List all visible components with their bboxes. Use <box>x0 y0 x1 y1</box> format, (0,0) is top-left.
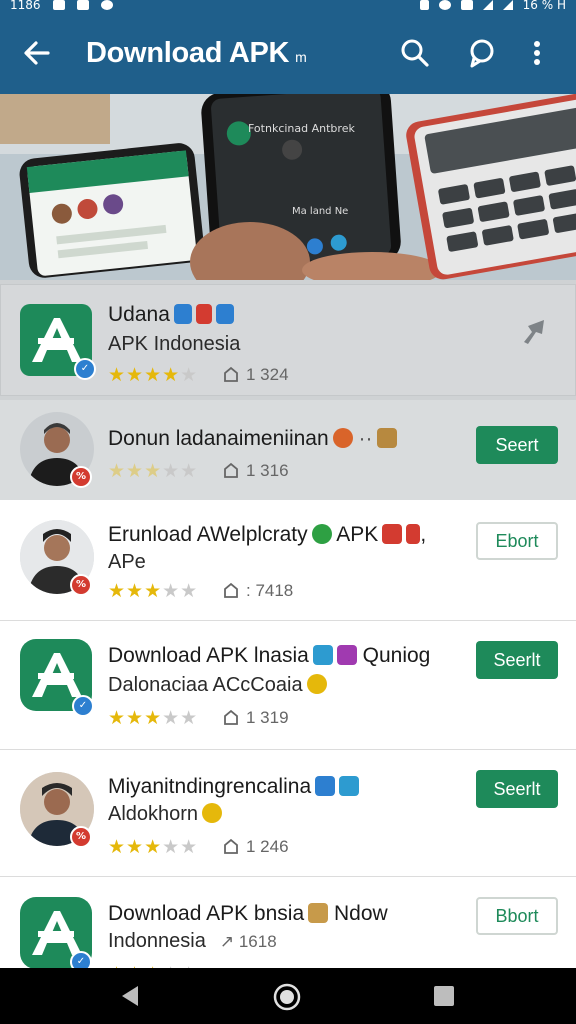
sunglasses-emoji-icon <box>202 803 223 823</box>
hero-phone-text: Ma land Ne <box>292 206 348 217</box>
cube-emoji-icon <box>336 645 357 665</box>
app-list-item[interactable]: ✓ Download APK lnasia Quniog Dalonaciaa … <box>0 621 576 749</box>
status-bar: 1186 16 % H <box>0 0 576 14</box>
app-name: Miyanitndingrencalina <box>108 772 360 801</box>
rating-stars: ★★★★★ <box>108 580 199 602</box>
featured-app-card[interactable]: ✓ Udana APK Indonesia ★★★★★ 1 324 <box>0 280 576 400</box>
hot-badge-icon: % <box>70 466 92 488</box>
app-name: Download APK bnsia Ndow <box>108 902 388 925</box>
hot-badge-icon: % <box>70 574 92 596</box>
flag-emoji-icon <box>195 304 212 324</box>
notification-icon <box>52 0 65 10</box>
hands-emoji-icon <box>308 903 329 923</box>
install-button[interactable]: Bbort <box>476 897 558 935</box>
wifi-signal-icon <box>482 0 493 10</box>
featured-app-name: Udana <box>108 300 234 329</box>
cube-emoji-icon <box>339 776 360 796</box>
app-list-item[interactable]: % Donun ladanaimeniinan ·· ★★★★★ 1 316 S… <box>0 400 576 500</box>
status-time-left: 1186 <box>10 0 41 12</box>
app-subtitle: Dalonaciaa ACcCoaia <box>108 671 327 699</box>
vibrate-icon <box>460 0 473 10</box>
nav-recents-icon[interactable] <box>432 984 456 1008</box>
house-emoji-icon <box>173 304 192 324</box>
app-list-item[interactable]: % Erunload AWelplcraty APK, APe ★★★★★ : … <box>0 500 576 620</box>
face-emoji-icon <box>332 428 353 448</box>
pin-icon[interactable] <box>518 312 554 348</box>
hand-emoji-icon <box>376 428 397 448</box>
search-icon[interactable] <box>398 36 432 70</box>
install-button[interactable]: Seerlt <box>476 770 558 808</box>
hero-phone-title: Fotnkcinad Antbrek <box>248 122 355 135</box>
back-arrow-icon[interactable] <box>20 36 54 70</box>
system-navigation-bar <box>0 968 576 1024</box>
status-time-right: 16 % H <box>522 0 566 12</box>
hero-banner-image: Fotnkcinad Antbrek Ma land Ne <box>0 94 576 280</box>
app-bar: Download APK m <box>0 14 576 94</box>
verified-badge-icon: ✓ <box>70 951 92 968</box>
app-subtitle: APe <box>108 551 146 573</box>
alarm-icon <box>438 0 451 10</box>
nav-home-icon[interactable] <box>272 982 302 1012</box>
sync-icon <box>100 0 113 10</box>
rating-stars: ★★★★★ <box>108 460 199 482</box>
shop-emoji-icon <box>382 524 403 544</box>
smile-emoji-icon <box>306 674 327 694</box>
page-title-suffix: m <box>295 49 307 65</box>
install-button[interactable]: Ebort <box>476 522 558 560</box>
download-count: 1 246 <box>222 836 289 858</box>
install-button[interactable]: Seerlt <box>476 641 558 679</box>
chat-icon[interactable] <box>465 36 499 70</box>
app-name: Erunload AWelplcraty APK, <box>108 523 427 546</box>
install-button[interactable]: Seert <box>476 426 558 464</box>
overflow-menu-icon[interactable] <box>527 36 547 70</box>
house-emoji-icon <box>312 645 333 665</box>
hot-badge-icon: % <box>70 826 92 848</box>
app-list-item[interactable]: ✓ Download APK bnsia Ndow Indonnesia ↗ 16… <box>0 877 576 968</box>
download-count: 1 316 <box>222 460 289 482</box>
featured-download-count: 1 324 <box>222 364 289 386</box>
app-subtitle: Aldokhorn <box>108 800 223 828</box>
nfc-icon <box>419 0 429 10</box>
page-title-text: Download APK <box>86 37 290 69</box>
app-name: Donun ladanaimeniinan ·· <box>108 424 397 453</box>
app-name: Download APK lnasia Quniog <box>108 644 431 667</box>
featured-rating-stars: ★★★★★ <box>108 364 199 386</box>
cell-signal-icon <box>502 0 513 10</box>
page-title: Download APK m <box>86 36 307 74</box>
shop-emoji-icon <box>406 524 421 544</box>
nav-back-icon[interactable] <box>116 982 144 1010</box>
money-emoji-icon <box>311 524 332 544</box>
house-emoji-icon <box>315 776 336 796</box>
app-subtitle: Indonnesia ↗ 1618 <box>108 930 277 952</box>
download-count: 1 319 <box>222 707 289 729</box>
house-emoji-icon <box>215 304 234 324</box>
verified-badge-icon: ✓ <box>74 358 96 380</box>
rating-stars: ★★★★★ <box>108 836 199 858</box>
verified-badge-icon: ✓ <box>72 695 94 717</box>
rating-stars: ★★★★★ <box>108 707 199 729</box>
app-list-item[interactable]: % Miyanitndingrencalina Aldokhorn ★★★★★ … <box>0 750 576 876</box>
sd-card-icon <box>76 0 89 10</box>
featured-app-subtitle: APK Indonesia <box>108 333 241 355</box>
download-count: : 7418 <box>222 580 293 602</box>
